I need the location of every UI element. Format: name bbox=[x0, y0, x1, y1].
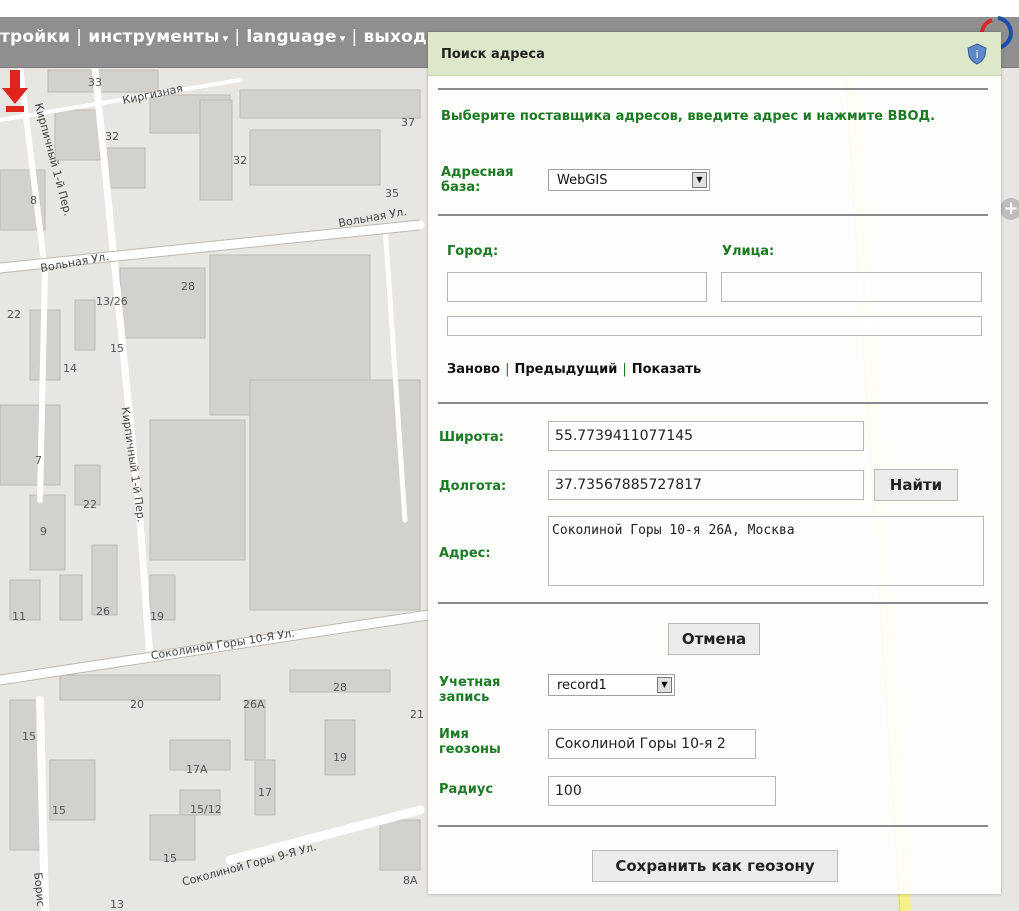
account-value: record1 bbox=[557, 678, 607, 693]
building-number: 8A bbox=[403, 874, 418, 887]
building-number: 15 bbox=[163, 852, 177, 865]
address-base-value: WebGIS bbox=[557, 173, 608, 188]
reset-link[interactable]: Заново bbox=[447, 362, 500, 377]
menu-item-tools-label: инструменты bbox=[88, 27, 220, 47]
building-number: 9 bbox=[40, 525, 47, 538]
building-number: 7 bbox=[35, 454, 42, 467]
show-link[interactable]: Показать bbox=[632, 362, 702, 377]
address-search-dialog: Поиск адреса i Выберите поставщика адрес… bbox=[428, 32, 1001, 894]
dropdown-arrow-icon[interactable]: ▼ bbox=[657, 677, 672, 693]
radius-value: 100 bbox=[555, 783, 582, 799]
building-number: 8 bbox=[30, 194, 37, 207]
building-number: 21 bbox=[410, 708, 424, 721]
geozone-name-label: Имя геозоны bbox=[439, 727, 501, 757]
divider bbox=[438, 602, 988, 604]
save-as-geozone-button[interactable]: Сохранить как геозону bbox=[592, 850, 838, 882]
cancel-button[interactable]: Отмена bbox=[668, 623, 760, 655]
chevron-down-icon: ▾ bbox=[222, 32, 229, 45]
geozone-name-value: Соколиной Горы 10-я 2 bbox=[555, 736, 726, 752]
address-query-input[interactable] bbox=[447, 316, 982, 336]
city-input[interactable] bbox=[447, 272, 707, 302]
link-separator: | bbox=[622, 362, 627, 377]
geozone-name-input[interactable]: Соколиной Горы 10-я 2 bbox=[548, 729, 756, 759]
dialog-header: Поиск адреса i bbox=[428, 32, 1001, 76]
account-select[interactable]: record1 ▼ bbox=[548, 674, 675, 696]
address-label: Адрес: bbox=[439, 546, 491, 561]
menu-separator: | bbox=[234, 27, 241, 47]
longitude-input[interactable]: 37.73567885727817 bbox=[548, 470, 864, 500]
account-label: Учетная запись bbox=[439, 675, 501, 705]
address-base-label: Адресная база: bbox=[441, 165, 514, 195]
building-number: 26 bbox=[96, 605, 110, 618]
building-number: 15/12 bbox=[190, 803, 222, 816]
address-textarea[interactable]: Соколиной Горы 10-я 26А, Москва bbox=[548, 516, 984, 586]
menu-separator: | bbox=[76, 27, 83, 47]
latitude-input[interactable]: 55.7739411077145 bbox=[548, 421, 864, 451]
shield-help-icon[interactable]: i bbox=[966, 43, 988, 65]
dropdown-arrow-icon[interactable]: ▼ bbox=[692, 172, 707, 188]
menu-item-language-label: language bbox=[246, 27, 337, 47]
divider bbox=[438, 214, 988, 216]
dialog-title: Поиск адреса bbox=[441, 47, 545, 62]
city-label: Город: bbox=[447, 244, 499, 259]
building-number: 37 bbox=[401, 116, 415, 129]
building-number: 15 bbox=[110, 342, 124, 355]
building-number: 35 bbox=[385, 187, 399, 200]
find-button[interactable]: Найти bbox=[874, 469, 958, 501]
building-number: 28 bbox=[333, 681, 347, 694]
chevron-down-icon: ▾ bbox=[339, 32, 346, 45]
menu-separator: | bbox=[351, 27, 358, 47]
building-number: 22 bbox=[83, 498, 97, 511]
divider bbox=[438, 402, 988, 404]
instructions-text: Выберите поставщика адресов, введите адр… bbox=[441, 109, 936, 124]
building-number: 33 bbox=[88, 76, 102, 89]
building-number: 26A bbox=[243, 698, 265, 711]
street-label: Улица: bbox=[722, 244, 775, 259]
address-value: Соколиной Горы 10-я 26А, Москва bbox=[552, 523, 795, 538]
building-number: 13/26 bbox=[96, 295, 128, 308]
building-number: 17A bbox=[186, 763, 208, 776]
building-number: 19 bbox=[333, 751, 347, 764]
location-marker-icon[interactable] bbox=[0, 68, 30, 116]
search-actions: Заново | Предыдущий | Показать bbox=[447, 362, 701, 377]
building-number: 14 bbox=[63, 362, 77, 375]
latitude-value: 55.7739411077145 bbox=[555, 428, 694, 444]
building-number: 19 bbox=[150, 610, 164, 623]
building-number: 20 bbox=[130, 698, 144, 711]
divider bbox=[438, 88, 988, 90]
longitude-value: 37.73567885727817 bbox=[555, 477, 702, 493]
address-base-select[interactable]: WebGIS ▼ bbox=[548, 169, 710, 191]
building-number: 32 bbox=[233, 154, 247, 167]
building-number: 15 bbox=[22, 730, 36, 743]
building-number: 28 bbox=[181, 280, 195, 293]
menu-item-exit[interactable]: выход bbox=[363, 27, 427, 47]
zoom-in-button[interactable]: + bbox=[1000, 198, 1019, 220]
svg-text:i: i bbox=[975, 48, 978, 61]
building-number: 22 bbox=[7, 308, 21, 321]
radius-label: Радиус bbox=[439, 782, 494, 797]
menu-item-tools[interactable]: инструменты ▾ bbox=[88, 27, 228, 47]
building-number: 32 bbox=[105, 130, 119, 143]
main-menu: тройки | инструменты ▾ | language ▾ | выход bbox=[0, 27, 427, 47]
building-number: 11 bbox=[12, 610, 26, 623]
latitude-label: Широта: bbox=[439, 430, 504, 445]
radius-input[interactable]: 100 bbox=[548, 776, 776, 806]
menu-item-settings[interactable]: тройки bbox=[0, 27, 70, 47]
divider bbox=[438, 825, 988, 827]
link-separator: | bbox=[505, 362, 510, 377]
longitude-label: Долгота: bbox=[439, 479, 507, 494]
building-number: 13 bbox=[110, 898, 124, 911]
building-number: 17 bbox=[258, 786, 272, 799]
previous-link[interactable]: Предыдущий bbox=[514, 362, 617, 377]
menu-item-language[interactable]: language ▾ bbox=[246, 27, 345, 47]
street-input[interactable] bbox=[721, 272, 982, 302]
building-number: 15 bbox=[52, 804, 66, 817]
